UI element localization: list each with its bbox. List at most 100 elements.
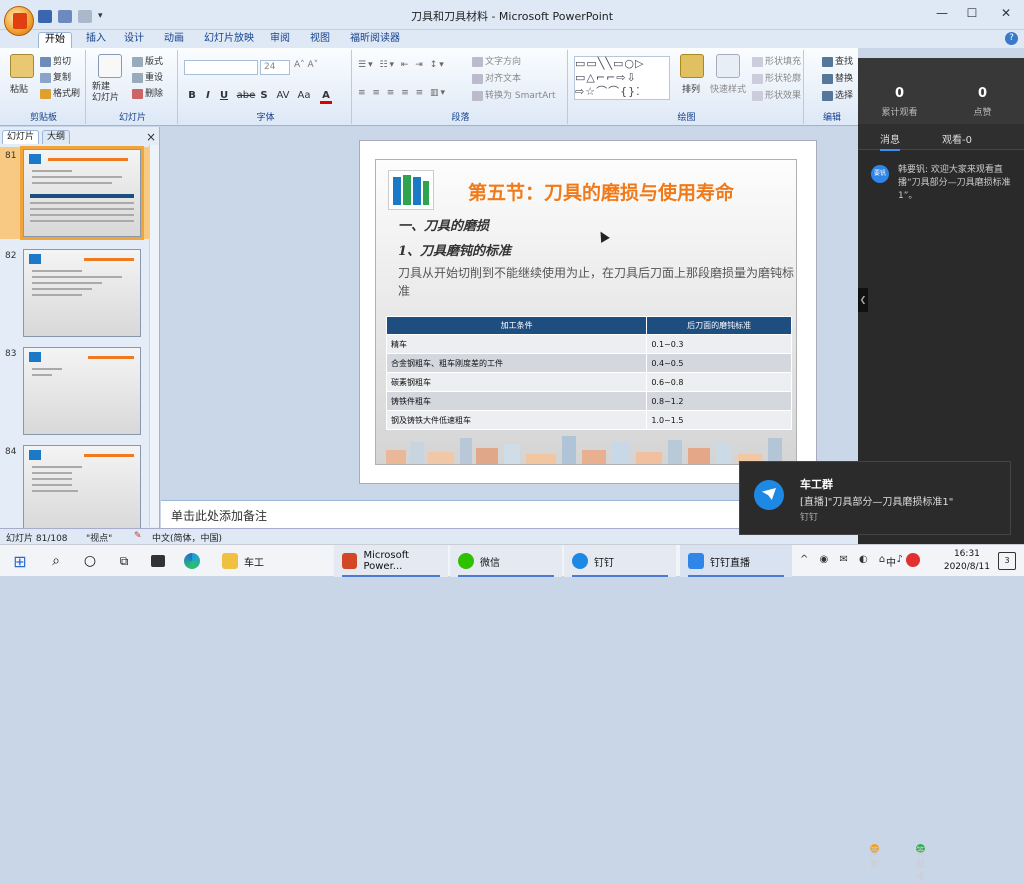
slide-canvas[interactable]: 第五节：刀具的磨损与使用寿命 一、刀具的磨损 1、刀具磨钝的标准 刀具从开始切削… (359, 140, 817, 484)
slide-number: 81 (5, 151, 17, 161)
sogou-icon[interactable] (906, 553, 920, 567)
taskbar-item-dingtalk[interactable]: 钉钉 (564, 545, 676, 577)
slide-number: 84 (5, 447, 17, 457)
shape-outline-label: 形状轮廓 (765, 74, 802, 84)
cortana-icon[interactable]: ○ (74, 545, 106, 577)
shape-outline-button[interactable]: 形状轮廓 (752, 71, 801, 84)
tab-animations[interactable]: 动画 (158, 32, 190, 48)
table-cell: 铸铁件粗车 (385, 391, 648, 411)
likes-stat: 0 点赞 (941, 86, 1024, 118)
tab-view[interactable]: 视图 (304, 32, 336, 48)
replace-button[interactable]: 替换 (822, 71, 853, 84)
edge-icon[interactable] (176, 545, 208, 577)
taskbar-item-powerpoint[interactable]: Microsoft Power... (334, 545, 448, 577)
tab-design[interactable]: 设计 (118, 32, 150, 48)
slide-thumbnail-81[interactable]: 81 (0, 146, 150, 240)
tab-slideshow[interactable]: 幻灯片放映 (198, 32, 260, 48)
group-paragraph: ☰▾ ☷▾ ⇤ ⇥ ↕▾ ≡ ≡ ≡ ≡ ≡ ▥▾ 文字方向 对齐文本 转换为 … (354, 50, 568, 124)
clock-date: 2020/8/11 (943, 562, 990, 572)
slide-thumb-image (23, 445, 141, 533)
task-view-icon[interactable]: ⧉ (108, 545, 140, 577)
table-cell: 0.6~0.8 (646, 372, 792, 392)
align-text-button[interactable]: 对齐文本 (472, 71, 521, 84)
notification-toast[interactable]: 车工群 [直播]"刀具部分—刀具磨损标准1" 钉钉 (739, 461, 1011, 535)
tab-messages[interactable]: 消息 (880, 131, 900, 151)
find-button[interactable]: 查找 (822, 54, 853, 67)
tab-foxit[interactable]: 福昕阅读器 (344, 32, 406, 48)
reset-button[interactable]: 重设 (132, 70, 163, 83)
table-row: 钢及铸铁大件低速粗车 1.0~1.5 (385, 410, 792, 430)
clock[interactable]: 16:31 2020/8/11 (944, 548, 990, 574)
grow-font-button[interactable]: A˄ A˅ (294, 60, 318, 70)
panel-scrollbar[interactable] (149, 145, 159, 527)
bold-button[interactable]: B (186, 90, 198, 101)
table-header: 后刀面的磨钝标准 (646, 316, 792, 335)
align-text-label: 对齐文本 (485, 74, 522, 84)
collapse-panel-chevron-icon[interactable]: ❮ (858, 288, 868, 312)
delete-button[interactable]: 删除 (132, 86, 163, 99)
layout-button[interactable]: 版式 (132, 54, 163, 67)
quick-styles-button[interactable]: 快速样式 (710, 82, 746, 95)
italic-button[interactable]: I (202, 90, 214, 101)
wechat-icon (458, 553, 474, 569)
tab-slides-panel[interactable]: 幻灯片 (2, 130, 40, 144)
change-case-button[interactable]: Aa (296, 90, 312, 101)
tab-home[interactable]: 开始 (38, 32, 72, 48)
align-buttons[interactable]: ≡ ≡ ≡ ≡ ≡ ▥▾ (358, 88, 447, 98)
live-stats: 0 累计观看 0 点赞 (858, 58, 1024, 124)
start-icon[interactable]: ⊞ (0, 545, 40, 577)
strikethrough-button[interactable]: abe (236, 90, 256, 101)
tab-outline-panel[interactable]: 大纲 (42, 130, 71, 144)
spellcheck-icon[interactable]: ✎ (134, 531, 142, 541)
scissors-icon (40, 56, 51, 67)
paste-button[interactable]: 粘贴 (10, 82, 28, 95)
font-size-combo[interactable]: 24 (260, 60, 290, 75)
bullets-button[interactable]: ☰▾ ☷▾ ⇤ ⇥ ↕▾ (358, 60, 446, 70)
taskbar-label: 车工 (244, 557, 264, 569)
format-painter-button[interactable]: 格式刷 (40, 86, 80, 99)
store-icon[interactable] (142, 545, 174, 577)
slide-heading-2: 1、刀具磨钝的标准 (398, 244, 512, 259)
taskbar-item-folder[interactable]: 车工 (214, 545, 324, 577)
text-direction-button[interactable]: 文字方向 (472, 54, 521, 67)
font-color-button[interactable]: A (320, 90, 332, 104)
smartart-button[interactable]: 转换为 SmartArt (472, 88, 555, 101)
smartart-icon (472, 90, 483, 101)
shape-fill-button[interactable]: 形状填充 (752, 54, 801, 67)
avatar: 要钒 (871, 165, 889, 183)
table-cell: 1.0~1.5 (646, 410, 792, 430)
shapes-gallery[interactable]: ▭▭╲╲▭○▷ ▭△⌐⌐⇨⇩ ⇨☆⌒⌒{}⁚ (574, 56, 670, 100)
slide-thumbnail-83[interactable]: 83 (0, 345, 150, 437)
select-button[interactable]: 选择 (822, 88, 853, 101)
search-icon[interactable]: ⌕ (40, 545, 72, 577)
close-panel-icon[interactable]: × (146, 130, 156, 144)
close-button[interactable]: ✕ (996, 6, 1016, 22)
taskbar-item-dingtalk-live[interactable]: 钉钉直播 (680, 545, 792, 577)
slide-counter: 幻灯片 81/108 (6, 534, 68, 544)
tab-watching[interactable]: 观看-0 (942, 131, 972, 146)
notification-center-icon[interactable]: 3 (998, 552, 1016, 570)
help-icon[interactable]: ? (1005, 32, 1018, 45)
char-spacing-button[interactable]: AV (274, 90, 292, 101)
layout-icon (132, 56, 143, 67)
slide-thumbnail-84[interactable]: 84 (0, 443, 150, 535)
tab-insert[interactable]: 插入 (80, 32, 112, 48)
tab-review[interactable]: 审阅 (264, 32, 296, 48)
office-button[interactable] (4, 6, 34, 36)
copy-button[interactable]: 复制 (40, 70, 71, 83)
table-cell: 0.8~1.2 (646, 391, 792, 411)
font-name-combo[interactable] (184, 60, 258, 75)
underline-button[interactable]: U (218, 90, 230, 101)
minimize-button[interactable]: — (932, 6, 952, 22)
shape-effects-button[interactable]: 形状效果 (752, 88, 801, 101)
taskbar-item-wechat[interactable]: 微信 (450, 545, 562, 577)
slide-thumbnail-82[interactable]: 82 (0, 247, 150, 339)
group-font: 24 A˄ A˅ B I U abe S AV Aa A 字体 (180, 50, 352, 124)
shadow-button[interactable]: S (258, 90, 270, 101)
cut-button[interactable]: 剪切 (40, 54, 71, 67)
maximize-button[interactable]: ☐ (962, 6, 982, 22)
ime-indicator[interactable]: 中 (886, 554, 896, 569)
new-slide-button[interactable]: 新建 幻灯片 (92, 82, 119, 104)
arrange-button[interactable]: 排列 (682, 82, 700, 95)
group-label-paragraph: 段落 (451, 113, 470, 123)
